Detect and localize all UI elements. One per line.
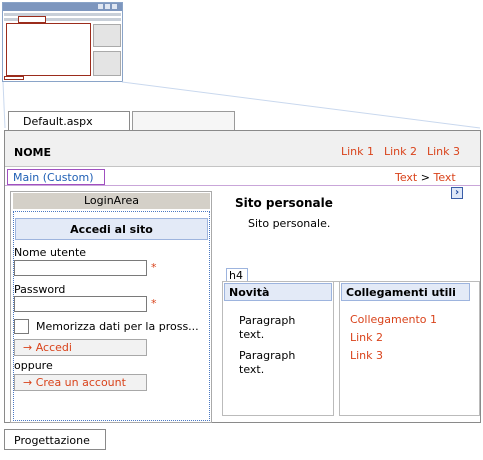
login-button[interactable]: → Accedi (14, 339, 147, 356)
remember-label: Memorizza dati per la pross... (36, 320, 199, 333)
password-label: Password (14, 283, 66, 296)
breadcrumb-item[interactable]: Text (433, 171, 455, 184)
breadcrumb: Text > Text (395, 171, 456, 184)
divider (5, 185, 480, 186)
header-link-2[interactable]: Link 2 (384, 145, 417, 158)
news-paragraph: Paragraph text. (239, 314, 295, 342)
create-account-button[interactable]: → Crea un account (14, 374, 147, 391)
tab-empty[interactable] (132, 111, 235, 131)
remember-checkbox[interactable] (14, 319, 29, 334)
breadcrumb-separator: > (420, 171, 430, 184)
site-title: Sito personale (235, 196, 333, 210)
expand-icon[interactable]: › (451, 187, 463, 199)
required-marker: * (151, 261, 157, 274)
or-text: oppure (14, 359, 53, 372)
useful-links-title: Collegamenti utili (341, 283, 470, 301)
header-link-1[interactable]: Link 1 (341, 145, 374, 158)
content-placeholder-label[interactable]: Main (Custom) (7, 169, 105, 185)
paragraph-line: text. (239, 328, 265, 341)
paragraph-line: text. (239, 363, 265, 376)
tab-default-aspx[interactable]: Default.aspx (8, 111, 130, 131)
useful-link[interactable]: Link 2 (350, 331, 383, 344)
news-paragraph: Paragraph text. (239, 349, 295, 377)
login-area-title: LoginArea (13, 193, 210, 209)
design-view-tab[interactable]: Progettazione (4, 429, 106, 450)
username-field[interactable] (14, 260, 147, 276)
login-heading: Accedi al sito (15, 218, 208, 240)
paragraph-line: Paragraph (239, 349, 296, 362)
username-label: Nome utente (14, 246, 87, 259)
required-marker: * (151, 297, 157, 310)
useful-link[interactable]: Collegamento 1 (350, 313, 437, 326)
password-field[interactable] (14, 296, 147, 312)
paragraph-line: Paragraph (239, 314, 296, 327)
news-title: Novità (224, 283, 332, 301)
site-name: NOME (14, 146, 52, 159)
useful-link[interactable]: Link 3 (350, 349, 383, 362)
header-link-3[interactable]: Link 3 (427, 145, 460, 158)
site-description: Sito personale. (248, 217, 331, 230)
heading-tag-label: h4 (226, 268, 248, 282)
breadcrumb-item[interactable]: Text (395, 171, 417, 184)
